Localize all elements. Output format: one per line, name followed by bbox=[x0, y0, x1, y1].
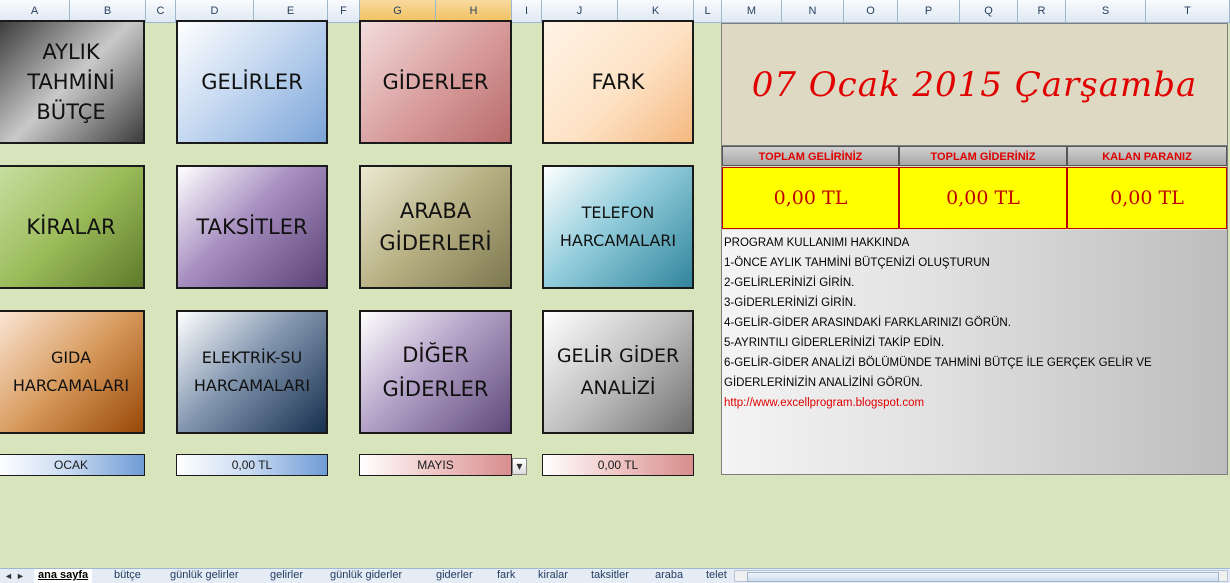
column-header-d[interactable]: D bbox=[176, 0, 254, 22]
usage-info-box: PROGRAM KULLANIMI HAKKINDA 1-ÖNCE AYLIK … bbox=[722, 230, 1227, 474]
column-header-t[interactable]: T bbox=[1146, 0, 1230, 22]
araba-giderleri-button[interactable]: ARABA GİDERLERİ bbox=[359, 165, 512, 289]
column-header-h[interactable]: H bbox=[436, 0, 512, 22]
gida-harcamalari-button[interactable]: GIDA HARCAMALARI bbox=[0, 310, 145, 434]
gelirler-button[interactable]: GELİRLER bbox=[176, 20, 328, 144]
gelir-gider-analizi-line-1: GELİR GİDER bbox=[556, 345, 680, 367]
column-header-r[interactable]: R bbox=[1018, 0, 1066, 22]
araba-giderleri-line-2: GİDERLERİ bbox=[379, 231, 492, 255]
column-header-p[interactable]: P bbox=[898, 0, 960, 22]
gida-harcamalari-line-1: GIDA bbox=[50, 348, 92, 367]
aylik-tahmini-butce-button[interactable]: AYLIK TAHMİNİ BÜTÇE bbox=[0, 20, 145, 144]
tab-telefon[interactable]: telet bbox=[702, 569, 731, 583]
toplam-gideriniz-header: TOPLAM GİDERİNİZ bbox=[899, 146, 1067, 166]
usage-info-line: 4-GELİR-GİDER ARASINDAKİ FARKLARINIZI GÖ… bbox=[724, 317, 1011, 329]
column-header-k[interactable]: K bbox=[618, 0, 694, 22]
website-link[interactable]: http://www.excellprogram.blogspot.com bbox=[724, 393, 1225, 413]
fark-button[interactable]: FARK bbox=[542, 20, 694, 144]
usage-info-line: 1-ÖNCE AYLIK TAHMİNİ BÜTÇENİZİ OLUŞTURUN bbox=[724, 257, 990, 269]
date-display: 07 Ocak 2015 Çarşamba bbox=[722, 24, 1227, 146]
tab-fark[interactable]: fark bbox=[493, 569, 519, 583]
aylik-tahmini-butce-line-3: BÜTÇE bbox=[36, 100, 106, 124]
column-header-q[interactable]: Q bbox=[960, 0, 1018, 22]
column-header-s[interactable]: S bbox=[1066, 0, 1146, 22]
taksitler-button[interactable]: TAKSİTLER bbox=[176, 165, 328, 289]
last-sheet-arrow-icon[interactable]: ► bbox=[16, 569, 25, 583]
tab-gunluk-gelirler[interactable]: günlük gelirler bbox=[166, 569, 242, 583]
usage-info-title: PROGRAM KULLANIMI HAKKINDA bbox=[724, 237, 910, 249]
gida-harcamalari-line-2: HARCAMALARI bbox=[12, 376, 130, 395]
taksitler-label: TAKSİTLER bbox=[196, 215, 308, 239]
aylik-tahmini-butce-line-2: TAHMİNİ bbox=[27, 70, 115, 94]
sheet-tab-bar: ◄ ► ana sayfa bütçe günlük gelirler geli… bbox=[0, 568, 1230, 583]
gelir-total-bar: 0,00 TL bbox=[176, 454, 328, 476]
kalan-paraniz-value: 0,00 TL bbox=[1067, 167, 1227, 229]
horizontal-scrollbar[interactable] bbox=[734, 570, 1228, 582]
telefon-harcamalari-line-2: HARCAMALARI bbox=[559, 231, 677, 250]
usage-info-line: 6-GELİR-GİDER ANALİZİ BÖLÜMÜNDE TAHMİNİ … bbox=[724, 357, 1152, 369]
column-header-j[interactable]: J bbox=[542, 0, 618, 22]
telefon-harcamalari-button[interactable]: TELEFON HARCAMALARI bbox=[542, 165, 694, 289]
column-header-m[interactable]: M bbox=[722, 0, 782, 22]
month-select-ocak[interactable]: OCAK bbox=[0, 454, 145, 476]
tab-kiralar[interactable]: kiralar bbox=[534, 569, 572, 583]
column-header-c[interactable]: C bbox=[146, 0, 176, 22]
column-header-a[interactable]: A bbox=[0, 0, 70, 22]
horizontal-scrollbar-thumb[interactable] bbox=[747, 572, 1219, 582]
column-header-l[interactable]: L bbox=[694, 0, 722, 22]
summary-panel: 07 Ocak 2015 Çarşamba TOPLAM GELİRİNİZ T… bbox=[721, 23, 1228, 475]
aylik-tahmini-butce-line-1: AYLIK bbox=[42, 40, 100, 64]
tab-taksitler[interactable]: taksitler bbox=[587, 569, 633, 583]
column-header-o[interactable]: O bbox=[844, 0, 898, 22]
usage-info-line: 2-GELİRLERİNİZİ GİRİN. bbox=[724, 277, 855, 289]
toplam-gideriniz-value: 0,00 TL bbox=[899, 167, 1067, 229]
tab-giderler[interactable]: giderler bbox=[432, 569, 477, 583]
tab-butce[interactable]: bütçe bbox=[110, 569, 145, 583]
column-header-i[interactable]: I bbox=[512, 0, 542, 22]
tab-araba[interactable]: araba bbox=[651, 569, 687, 583]
elektrik-su-harcamalari-line-1: ELEKTRİK-SU bbox=[201, 348, 303, 367]
tab-gunluk-giderler[interactable]: günlük giderler bbox=[326, 569, 406, 583]
column-header-b[interactable]: B bbox=[70, 0, 146, 22]
gelir-gider-analizi-button[interactable]: GELİR GİDER ANALİZİ bbox=[542, 310, 694, 434]
column-header-n[interactable]: N bbox=[782, 0, 844, 22]
gelir-gider-analizi-line-2: ANALİZİ bbox=[580, 377, 656, 399]
month-select-mayis[interactable]: MAYIS bbox=[359, 454, 512, 476]
araba-giderleri-line-1: ARABA bbox=[399, 199, 472, 223]
fark-label: FARK bbox=[591, 70, 645, 94]
month-dropdown-arrow-icon[interactable]: ▼ bbox=[512, 458, 527, 475]
diger-giderler-line-2: GİDERLER bbox=[382, 377, 489, 401]
tab-gelirler[interactable]: gelirler bbox=[266, 569, 307, 583]
date-text: 07 Ocak 2015 Çarşamba bbox=[751, 64, 1198, 105]
kiralar-button[interactable]: KİRALAR bbox=[0, 165, 145, 289]
usage-info-line: 3-GİDERLERİNİZİ GİRİN. bbox=[724, 297, 857, 309]
gelirler-label: GELİRLER bbox=[201, 70, 303, 94]
toplam-geliriniz-header: TOPLAM GELİRİNİZ bbox=[722, 146, 899, 166]
tab-ana-sayfa[interactable]: ana sayfa bbox=[34, 569, 93, 583]
toplam-geliriniz-value: 0,00 TL bbox=[722, 167, 899, 229]
elektrik-su-harcamalari-button[interactable]: ELEKTRİK-SU HARCAMALARI bbox=[176, 310, 328, 434]
giderler-button[interactable]: GİDERLER bbox=[359, 20, 512, 144]
telefon-harcamalari-line-1: TELEFON bbox=[581, 203, 655, 222]
kiralar-label: KİRALAR bbox=[26, 215, 116, 239]
diger-giderler-button[interactable]: DİĞER GİDERLER bbox=[359, 310, 512, 434]
usage-info-line: GİDERLERİNİZİN ANALİZİNİ GÖRÜN. bbox=[724, 377, 923, 389]
usage-info-line: 5-AYRINTILI GİDERLERİNİZİ TAKİP EDİN. bbox=[724, 337, 945, 349]
giderler-label: GİDERLER bbox=[382, 70, 489, 94]
elektrik-su-harcamalari-line-2: HARCAMALARI bbox=[193, 376, 311, 395]
column-header-f[interactable]: F bbox=[328, 0, 360, 22]
gider-total-bar: 0,00 TL bbox=[542, 454, 694, 476]
worksheet-area: AYLIK TAHMİNİ BÜTÇE GELİRLER GİDERLER FA… bbox=[0, 20, 1230, 568]
diger-giderler-line-1: DİĞER bbox=[402, 343, 469, 367]
first-sheet-arrow-icon[interactable]: ◄ bbox=[4, 569, 13, 583]
kalan-paraniz-header: KALAN PARANIZ bbox=[1067, 146, 1227, 166]
column-header-g[interactable]: G bbox=[360, 0, 436, 22]
column-header-e[interactable]: E bbox=[254, 0, 328, 22]
